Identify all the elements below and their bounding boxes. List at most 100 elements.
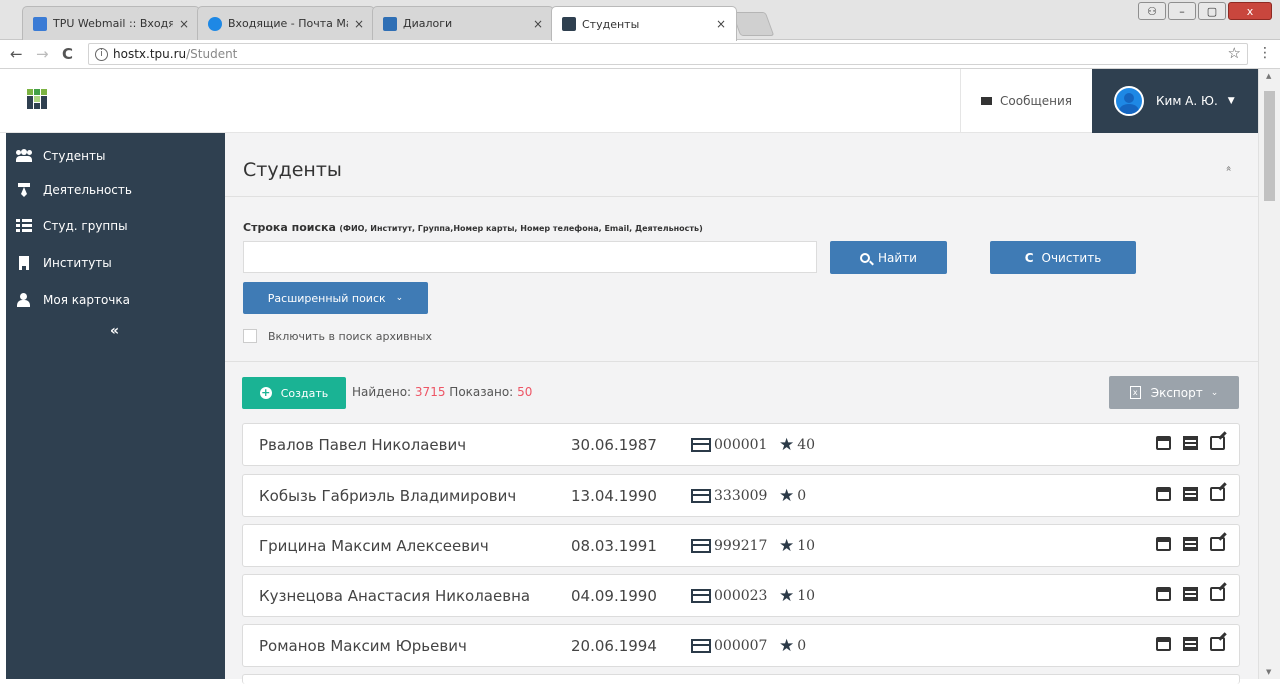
shown-label: Показано: (449, 385, 514, 399)
clear-button[interactable]: C Очистить (990, 241, 1136, 274)
new-tab-button[interactable] (731, 12, 775, 36)
sidebar-item-label: Моя карточка (43, 293, 130, 307)
list-icon[interactable] (1183, 537, 1198, 551)
advanced-search-button[interactable]: Расширенный поиск ⌄ (243, 282, 428, 314)
edit-icon[interactable] (1210, 487, 1225, 501)
close-icon[interactable]: × (716, 17, 726, 31)
close-window-button[interactable]: x (1228, 2, 1272, 20)
create-button[interactable]: + Создать (242, 377, 346, 409)
refresh-icon: C (1024, 250, 1034, 265)
student-name[interactable]: Кобызь Габриэль Владимирович (259, 487, 516, 505)
close-icon[interactable]: × (179, 17, 189, 31)
export-button[interactable]: x Экспорт ⌄ (1109, 376, 1239, 409)
student-card: 000023 (691, 588, 767, 604)
student-name[interactable]: Кузнецова Анастасия Николаевна (259, 587, 530, 605)
student-card: 000007 (691, 638, 767, 654)
close-icon[interactable]: × (533, 17, 543, 31)
students-favicon-icon (562, 17, 576, 31)
building-icon (16, 256, 32, 270)
browser-tab-dialogs[interactable]: Диалоги × (372, 6, 554, 40)
found-label: Найдено: (352, 385, 412, 399)
edit-icon[interactable] (1210, 587, 1225, 601)
student-row[interactable]: Кобызь Габриэль Владимирович 13.04.1990 … (242, 474, 1240, 517)
bookmark-star-icon[interactable]: ☆ (1228, 44, 1241, 62)
archive-label: Включить в поиск архивных (268, 329, 433, 343)
print-icon[interactable] (1156, 537, 1171, 551)
print-icon[interactable] (1156, 436, 1171, 450)
print-icon[interactable] (1156, 637, 1171, 651)
scroll-up-icon[interactable]: ▲ (1266, 72, 1271, 80)
list-icon[interactable] (1183, 436, 1198, 450)
student-row[interactable]: Грицина Максим Алексеевич 08.03.1991 999… (242, 524, 1240, 567)
scrollbar-thumb[interactable] (1264, 91, 1275, 201)
student-dob: 04.09.1990 (571, 587, 657, 605)
page-scrollbar[interactable]: ▲ ▼ (1258, 69, 1280, 679)
card-number: 000001 (714, 437, 768, 453)
archive-checkbox[interactable] (243, 329, 257, 343)
collapse-sidebar-icon[interactable]: « (110, 323, 119, 339)
student-row[interactable] (242, 674, 1240, 684)
browser-tab-mail[interactable]: Входящие - Почта Mail. × (197, 6, 375, 40)
row-actions (1156, 637, 1225, 651)
minimize-button[interactable]: – (1168, 2, 1196, 20)
credit-card-icon (691, 489, 711, 503)
close-icon[interactable]: × (354, 17, 364, 31)
sidebar-item-groups[interactable]: Студ. группы (16, 219, 128, 233)
list-icon[interactable] (1183, 637, 1198, 651)
star-icon: ★ (779, 586, 795, 606)
student-row[interactable]: Кузнецова Анастасия Николаевна 04.09.199… (242, 574, 1240, 617)
search-input[interactable] (243, 241, 817, 273)
tab-title: Студенты (582, 17, 640, 31)
student-row[interactable]: Романов Максим Юрьевич 20.06.1994 000007… (242, 624, 1240, 667)
maximize-button[interactable]: ▢ (1198, 2, 1226, 20)
browser-tab-students[interactable]: Студенты × (551, 6, 737, 41)
export-label: Экспорт (1150, 385, 1203, 400)
scroll-down-icon[interactable]: ▼ (1266, 668, 1271, 676)
student-rating: ★ 0 (779, 486, 806, 506)
student-card: 000001 (691, 437, 767, 453)
student-rating: ★ 10 (779, 536, 815, 556)
credit-card-icon (691, 539, 711, 553)
sidebar-item-institutes[interactable]: Институты (16, 256, 112, 270)
plus-icon: + (259, 386, 272, 399)
user-menu-button[interactable]: Ким А. Ю. ▼ (1092, 69, 1258, 133)
edit-icon[interactable] (1210, 436, 1225, 450)
student-rating: ★ 10 (779, 586, 815, 606)
profile-icon[interactable]: ⚇ (1138, 2, 1166, 20)
print-icon[interactable] (1156, 587, 1171, 601)
print-icon[interactable] (1156, 487, 1171, 501)
archive-checkbox-row[interactable]: Включить в поиск архивных (243, 329, 432, 343)
reload-button[interactable]: C (62, 45, 73, 63)
student-name[interactable]: Романов Максим Юрьевич (259, 637, 467, 655)
edit-icon[interactable] (1210, 637, 1225, 651)
row-actions (1156, 487, 1225, 501)
sidebar-item-label: Студ. группы (43, 219, 128, 233)
browser-menu-icon[interactable]: ⋮ (1258, 45, 1272, 61)
messages-button[interactable]: Сообщения (960, 69, 1092, 133)
card-number: 333009 (714, 488, 768, 504)
browser-tab-webmail[interactable]: TPU Webmail :: Входящи × (22, 6, 200, 40)
student-name[interactable]: Грицина Максим Алексеевич (259, 537, 489, 555)
sidebar-item-label: Студенты (43, 149, 106, 163)
forward-button[interactable]: → (36, 45, 49, 63)
student-row[interactable]: Рвалов Павел Николаевич 30.06.1987 00000… (242, 423, 1240, 466)
sidebar-item-activity[interactable]: Деятельность (16, 183, 132, 197)
list-icon[interactable] (1183, 587, 1198, 601)
student-dob: 08.03.1991 (571, 537, 657, 555)
address-bar[interactable]: i hostx.tpu.ru/Student ☆ (88, 43, 1248, 65)
logo-icon[interactable] (27, 89, 47, 109)
info-icon[interactable]: i (95, 47, 108, 61)
star-icon: ★ (779, 636, 795, 656)
student-name[interactable]: Рвалов Павел Николаевич (259, 436, 466, 454)
student-dob: 30.06.1987 (571, 436, 657, 454)
back-button[interactable]: ← (10, 45, 23, 63)
list-icon[interactable] (1183, 487, 1198, 501)
sidebar: Студенты Деятельность Студ. группы Инсти… (6, 133, 225, 679)
avatar (1114, 86, 1144, 116)
sidebar-item-students[interactable]: Студенты (16, 149, 105, 163)
edit-icon[interactable] (1210, 537, 1225, 551)
find-button[interactable]: Найти (830, 241, 947, 274)
collapse-panel-icon[interactable]: » (1223, 165, 1234, 171)
student-card: 333009 (691, 488, 767, 504)
sidebar-item-my-card[interactable]: Моя карточка (16, 293, 130, 307)
